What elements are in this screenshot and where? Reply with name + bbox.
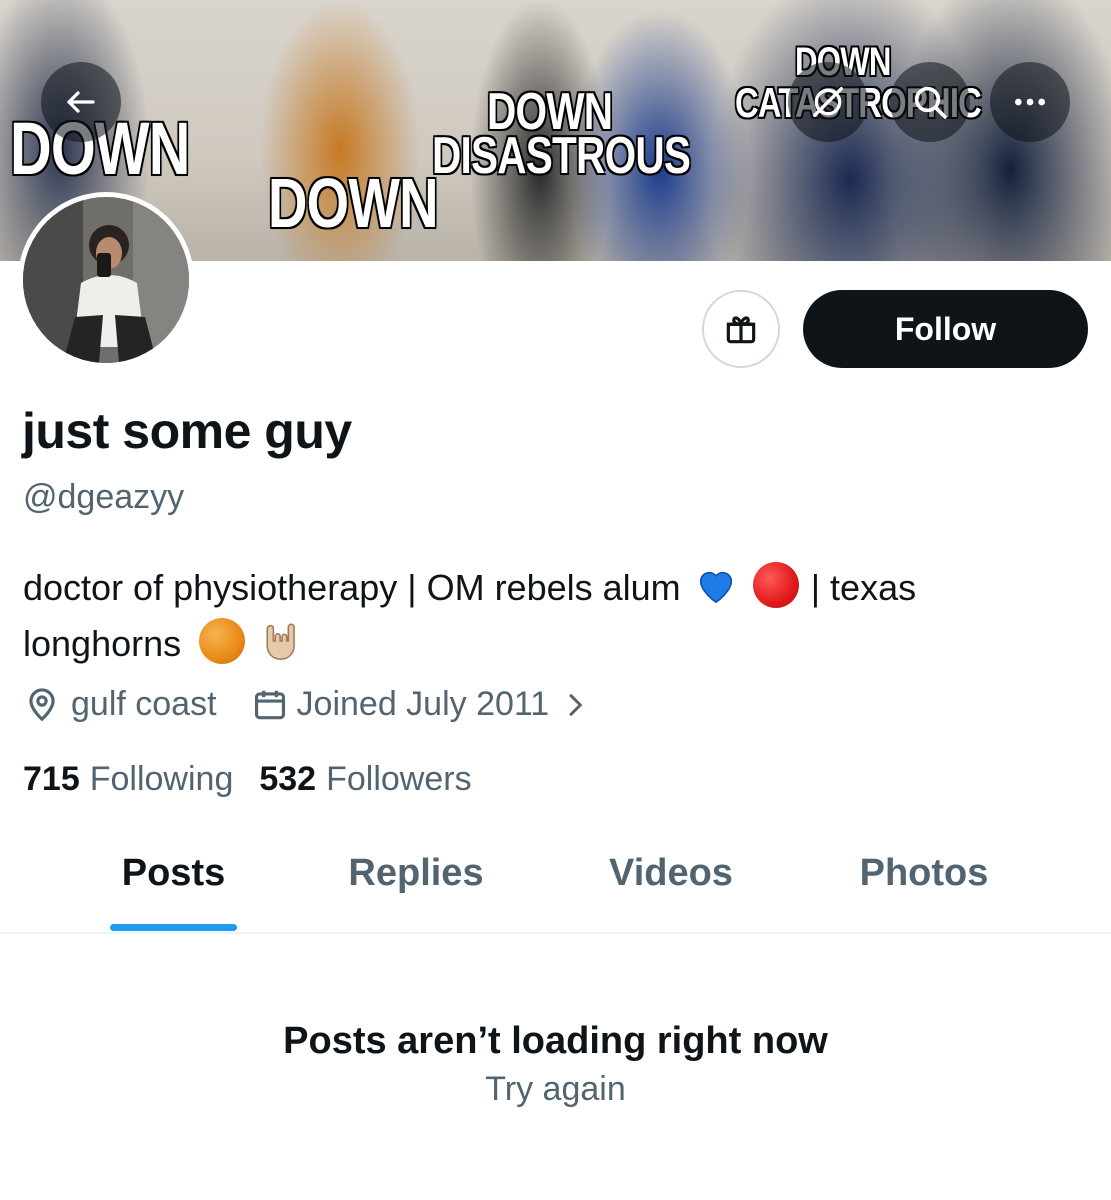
- profile-meta: gulf coast Joined July 2011: [23, 685, 625, 724]
- avatar[interactable]: [18, 192, 194, 368]
- chevron-right-icon: [569, 693, 583, 716]
- following-count: 715: [23, 760, 80, 798]
- following-link[interactable]: 715 Following: [23, 760, 233, 799]
- join-date-text: Joined July 2011: [296, 685, 550, 723]
- bio: doctor of physiotherapy | OM rebels alum…: [23, 560, 1083, 672]
- orange-circle-emoji: [199, 618, 246, 664]
- tab-videos[interactable]: Videos: [595, 852, 747, 895]
- rock-on-hand-emoji: [266, 623, 295, 660]
- more-horizontal-icon: [1015, 98, 1045, 106]
- display-name: just some guy: [22, 403, 352, 459]
- bio-text: doctor of physiotherapy | OM rebels alum: [23, 567, 681, 608]
- follow-button[interactable]: Follow: [803, 290, 1088, 368]
- bio-text: | texas: [810, 567, 917, 608]
- back-button[interactable]: [41, 62, 121, 142]
- tab-posts[interactable]: Posts: [110, 852, 237, 895]
- avatar-photo: [23, 197, 189, 363]
- handle: @dgeazyy: [23, 478, 185, 516]
- search-icon: [914, 86, 947, 119]
- follow-stats: 715 Following 532 Followers: [23, 760, 498, 799]
- eye-off-icon: [813, 87, 843, 118]
- red-circle-emoji: [752, 562, 799, 608]
- banner-caption: DOWN: [487, 83, 613, 141]
- followers-link[interactable]: 532 Followers: [259, 760, 471, 799]
- active-tab-indicator: [110, 924, 237, 931]
- try-again-button[interactable]: Try again: [0, 1070, 1111, 1109]
- location-pin-icon: [29, 687, 55, 721]
- empty-state-title: Posts aren’t loading right now: [283, 1020, 828, 1062]
- following-label: Following: [89, 760, 234, 798]
- bio-text: longhorns: [23, 623, 182, 664]
- gift-icon: [726, 316, 756, 344]
- gift-button[interactable]: [702, 290, 780, 368]
- blue-heart-emoji: [699, 571, 732, 604]
- tab-photos[interactable]: Photos: [846, 852, 1002, 895]
- followers-label: Followers: [326, 760, 472, 798]
- hide-button[interactable]: [788, 62, 868, 142]
- profile-tabs: Posts Replies Videos Photos: [0, 830, 1111, 934]
- tab-replies[interactable]: Replies: [336, 852, 496, 895]
- arrow-left-icon: [67, 91, 95, 113]
- more-button[interactable]: [990, 62, 1070, 142]
- join-date[interactable]: Joined July 2011: [251, 685, 592, 724]
- followers-count: 532: [259, 760, 317, 798]
- calendar-icon: [254, 690, 285, 719]
- banner-caption: DOWN: [268, 164, 439, 242]
- search-button[interactable]: [890, 62, 970, 142]
- location-text: gulf coast: [71, 685, 217, 723]
- location: gulf coast: [23, 685, 217, 724]
